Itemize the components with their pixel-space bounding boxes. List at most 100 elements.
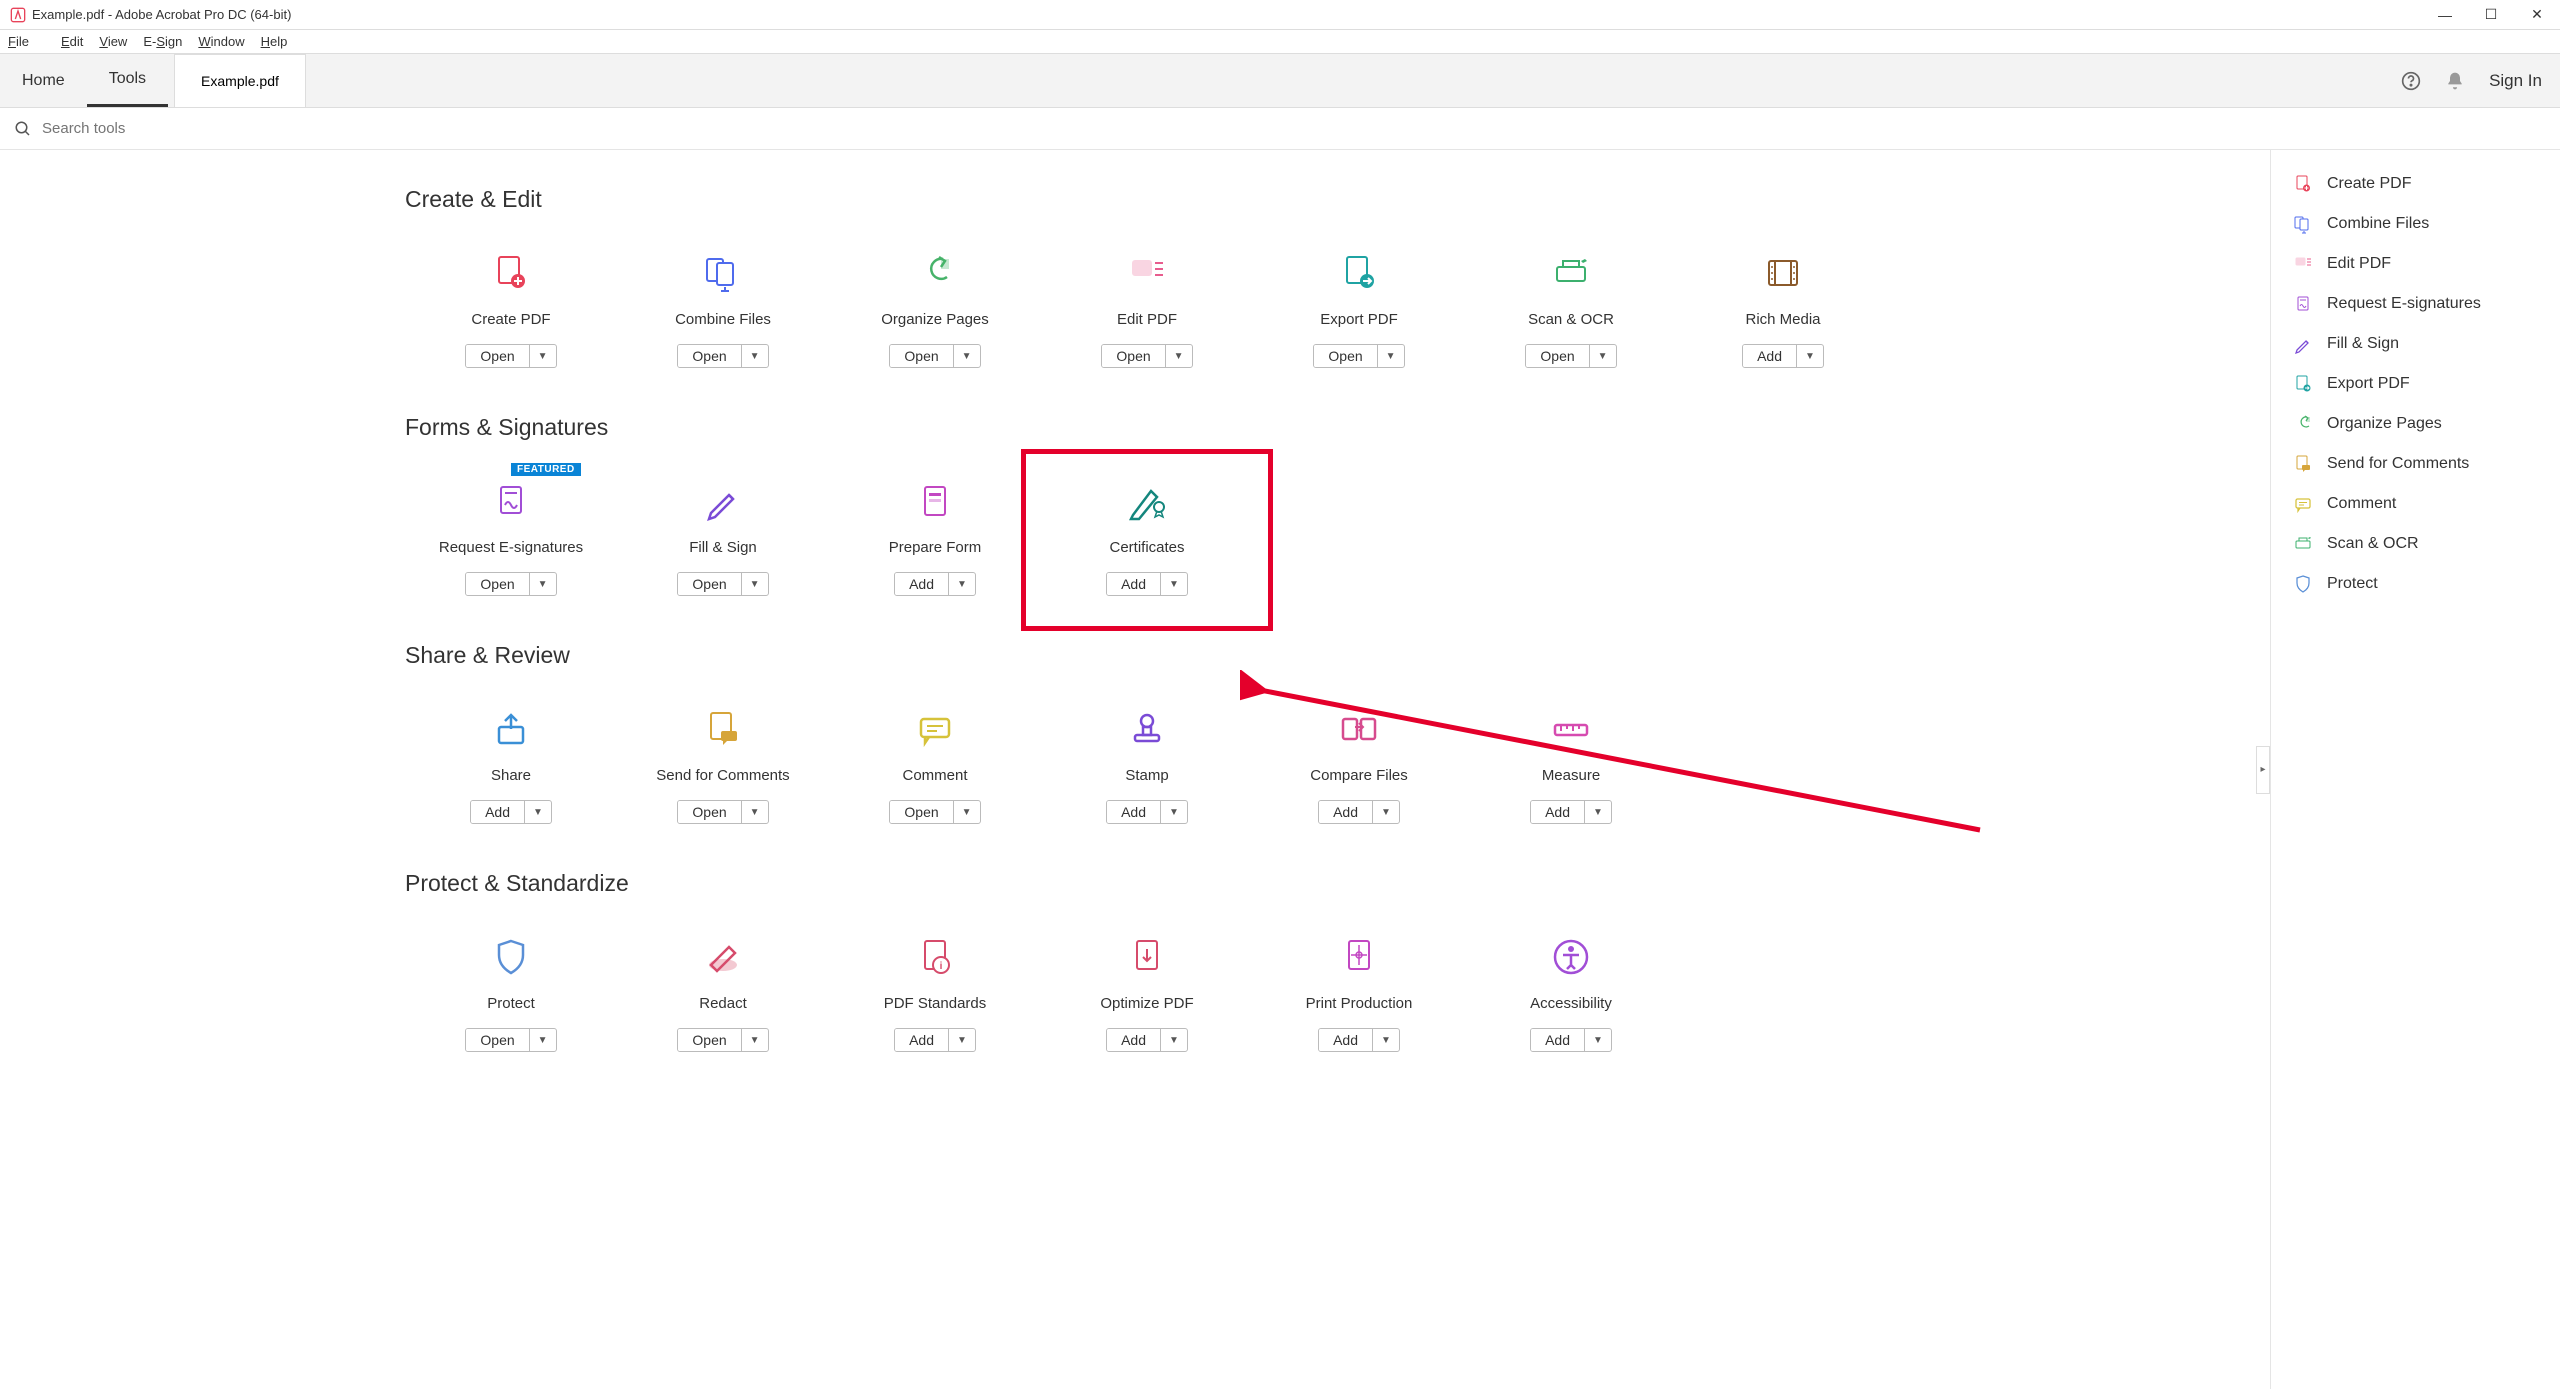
tool-card-compare-files[interactable]: Compare FilesAdd▼ bbox=[1253, 697, 1465, 824]
rail-item-protect[interactable]: Protect bbox=[2271, 564, 2560, 604]
tool-action-button[interactable]: Add bbox=[1107, 801, 1161, 823]
tool-action-caret[interactable]: ▼ bbox=[1161, 1029, 1187, 1051]
tool-action-caret[interactable]: ▼ bbox=[954, 345, 980, 367]
tool-action-button[interactable]: Open bbox=[1526, 345, 1589, 367]
tool-card-create-pdf[interactable]: Create PDF Open▼ bbox=[405, 241, 617, 368]
tool-action-caret[interactable]: ▼ bbox=[1161, 801, 1187, 823]
tab-tools[interactable]: Tools bbox=[87, 54, 168, 107]
tool-action-caret[interactable]: ▼ bbox=[1161, 573, 1187, 595]
tool-action-button[interactable]: Open bbox=[678, 1029, 741, 1051]
tool-card-edit-pdf[interactable]: Edit PDFOpen▼ bbox=[1041, 241, 1253, 368]
search-input[interactable] bbox=[42, 120, 342, 137]
menu-file[interactable]: File bbox=[8, 34, 45, 49]
tool-card-prepare-form[interactable]: Prepare FormAdd▼ bbox=[829, 469, 1041, 596]
tool-action-button[interactable]: Open bbox=[466, 573, 529, 595]
tool-card-accessibility[interactable]: AccessibilityAdd▼ bbox=[1465, 925, 1677, 1052]
tool-action-button[interactable]: Add bbox=[1319, 1029, 1373, 1051]
tool-action-caret[interactable]: ▼ bbox=[954, 801, 980, 823]
tool-action-button[interactable]: Add bbox=[1107, 573, 1161, 595]
rail-item-request-e-signatures[interactable]: Request E-signatures bbox=[2271, 284, 2560, 324]
sign-in-link[interactable]: Sign In bbox=[2489, 71, 2542, 91]
rail-item-label: Combine Files bbox=[2327, 215, 2429, 233]
tab-home[interactable]: Home bbox=[0, 54, 87, 107]
tool-action-button[interactable]: Add bbox=[471, 801, 525, 823]
tool-action-caret[interactable]: ▼ bbox=[530, 573, 556, 595]
rail-item-organize-pages[interactable]: Organize Pages bbox=[2271, 404, 2560, 444]
tool-card-comment[interactable]: CommentOpen▼ bbox=[829, 697, 1041, 824]
tool-action-caret[interactable]: ▼ bbox=[949, 1029, 975, 1051]
rail-item-fill-sign[interactable]: Fill & Sign bbox=[2271, 324, 2560, 364]
tool-action-caret[interactable]: ▼ bbox=[530, 1029, 556, 1051]
window-maximize[interactable]: ☐ bbox=[2468, 0, 2514, 29]
tool-action-button[interactable]: Add bbox=[1107, 1029, 1161, 1051]
tool-action-button[interactable]: Add bbox=[1319, 801, 1373, 823]
tool-action-button[interactable]: Open bbox=[678, 573, 741, 595]
rail-item-edit-pdf[interactable]: Edit PDF bbox=[2271, 244, 2560, 284]
menu-view[interactable]: View bbox=[99, 34, 127, 49]
tool-action-button[interactable]: Open bbox=[890, 345, 953, 367]
tool-card-pdf-standards[interactable]: iPDF StandardsAdd▼ bbox=[829, 925, 1041, 1052]
rail-item-create-pdf[interactable]: Create PDF bbox=[2271, 164, 2560, 204]
tool-action-caret[interactable]: ▼ bbox=[530, 345, 556, 367]
menu-edit[interactable]: Edit bbox=[61, 34, 83, 49]
tool-action-button[interactable]: Add bbox=[1531, 1029, 1585, 1051]
tool-card-optimize-pdf[interactable]: Optimize PDFAdd▼ bbox=[1041, 925, 1253, 1052]
rail-item-label: Create PDF bbox=[2327, 175, 2411, 193]
tool-action-caret[interactable]: ▼ bbox=[525, 801, 551, 823]
menu-help[interactable]: Help bbox=[261, 34, 288, 49]
tool-action-caret[interactable]: ▼ bbox=[1378, 345, 1404, 367]
tool-card-measure[interactable]: MeasureAdd▼ bbox=[1465, 697, 1677, 824]
tool-action-caret[interactable]: ▼ bbox=[1585, 801, 1611, 823]
tool-action-caret[interactable]: ▼ bbox=[742, 573, 768, 595]
notifications-icon[interactable] bbox=[2445, 71, 2465, 91]
tool-action-button[interactable]: Open bbox=[466, 345, 529, 367]
tool-action-button[interactable]: Open bbox=[678, 801, 741, 823]
tool-action-button[interactable]: Add bbox=[1743, 345, 1797, 367]
tool-action-button[interactable]: Add bbox=[895, 1029, 949, 1051]
tool-action-caret[interactable]: ▼ bbox=[1373, 801, 1399, 823]
rail-item-scan-ocr[interactable]: Scan & OCR bbox=[2271, 524, 2560, 564]
document-tab[interactable]: Example.pdf bbox=[174, 54, 306, 107]
tool-card-scan-ocr[interactable]: Scan & OCROpen▼ bbox=[1465, 241, 1677, 368]
tool-action-caret[interactable]: ▼ bbox=[742, 801, 768, 823]
tool-card-share[interactable]: ShareAdd▼ bbox=[405, 697, 617, 824]
rail-item-comment[interactable]: Comment bbox=[2271, 484, 2560, 524]
tool-action-caret[interactable]: ▼ bbox=[742, 345, 768, 367]
tool-action-caret[interactable]: ▼ bbox=[1585, 1029, 1611, 1051]
tool-card-request-e-signatures[interactable]: FEATUREDRequest E-signaturesOpen▼ bbox=[405, 469, 617, 596]
rail-item-export-pdf[interactable]: Export PDF bbox=[2271, 364, 2560, 404]
menu-window[interactable]: Window bbox=[198, 34, 244, 49]
tool-action-button[interactable]: Open bbox=[890, 801, 953, 823]
tool-action-caret[interactable]: ▼ bbox=[1797, 345, 1823, 367]
tool-action-button[interactable]: Open bbox=[678, 345, 741, 367]
tool-card-protect[interactable]: ProtectOpen▼ bbox=[405, 925, 617, 1052]
tool-card-redact[interactable]: RedactOpen▼ bbox=[617, 925, 829, 1052]
tool-label: Create PDF bbox=[471, 311, 550, 328]
tool-action-button[interactable]: Add bbox=[895, 573, 949, 595]
tool-card-stamp[interactable]: StampAdd▼ bbox=[1041, 697, 1253, 824]
tool-card-combine-files[interactable]: Combine FilesOpen▼ bbox=[617, 241, 829, 368]
tool-action-caret[interactable]: ▼ bbox=[1166, 345, 1192, 367]
tool-action-button[interactable]: Add bbox=[1531, 801, 1585, 823]
tool-card-rich-media[interactable]: Rich MediaAdd▼ bbox=[1677, 241, 1889, 368]
window-minimize[interactable]: — bbox=[2422, 0, 2468, 29]
tool-card-certificates[interactable]: CertificatesAdd▼ bbox=[1041, 469, 1253, 596]
rail-item-combine-files[interactable]: Combine Files bbox=[2271, 204, 2560, 244]
menu-esign[interactable]: E-Sign bbox=[143, 34, 182, 49]
tool-card-organize-pages[interactable]: Organize PagesOpen▼ bbox=[829, 241, 1041, 368]
tool-action-button[interactable]: Open bbox=[1314, 345, 1377, 367]
tool-action-caret[interactable]: ▼ bbox=[1590, 345, 1616, 367]
help-icon[interactable] bbox=[2401, 71, 2421, 91]
tool-action-caret[interactable]: ▼ bbox=[1373, 1029, 1399, 1051]
rail-item-send-for-comments[interactable]: Send for Comments bbox=[2271, 444, 2560, 484]
tool-card-print-production[interactable]: Print ProductionAdd▼ bbox=[1253, 925, 1465, 1052]
window-close[interactable]: ✕ bbox=[2514, 0, 2560, 29]
tool-action-button[interactable]: Open bbox=[1102, 345, 1165, 367]
tool-action-caret[interactable]: ▼ bbox=[949, 573, 975, 595]
right-rail-collapse[interactable]: ▸ bbox=[2256, 746, 2270, 794]
tool-card-fill-sign[interactable]: Fill & SignOpen▼ bbox=[617, 469, 829, 596]
tool-action-button[interactable]: Open bbox=[466, 1029, 529, 1051]
tool-card-send-for-comments[interactable]: Send for CommentsOpen▼ bbox=[617, 697, 829, 824]
tool-card-export-pdf[interactable]: Export PDFOpen▼ bbox=[1253, 241, 1465, 368]
tool-action-caret[interactable]: ▼ bbox=[742, 1029, 768, 1051]
